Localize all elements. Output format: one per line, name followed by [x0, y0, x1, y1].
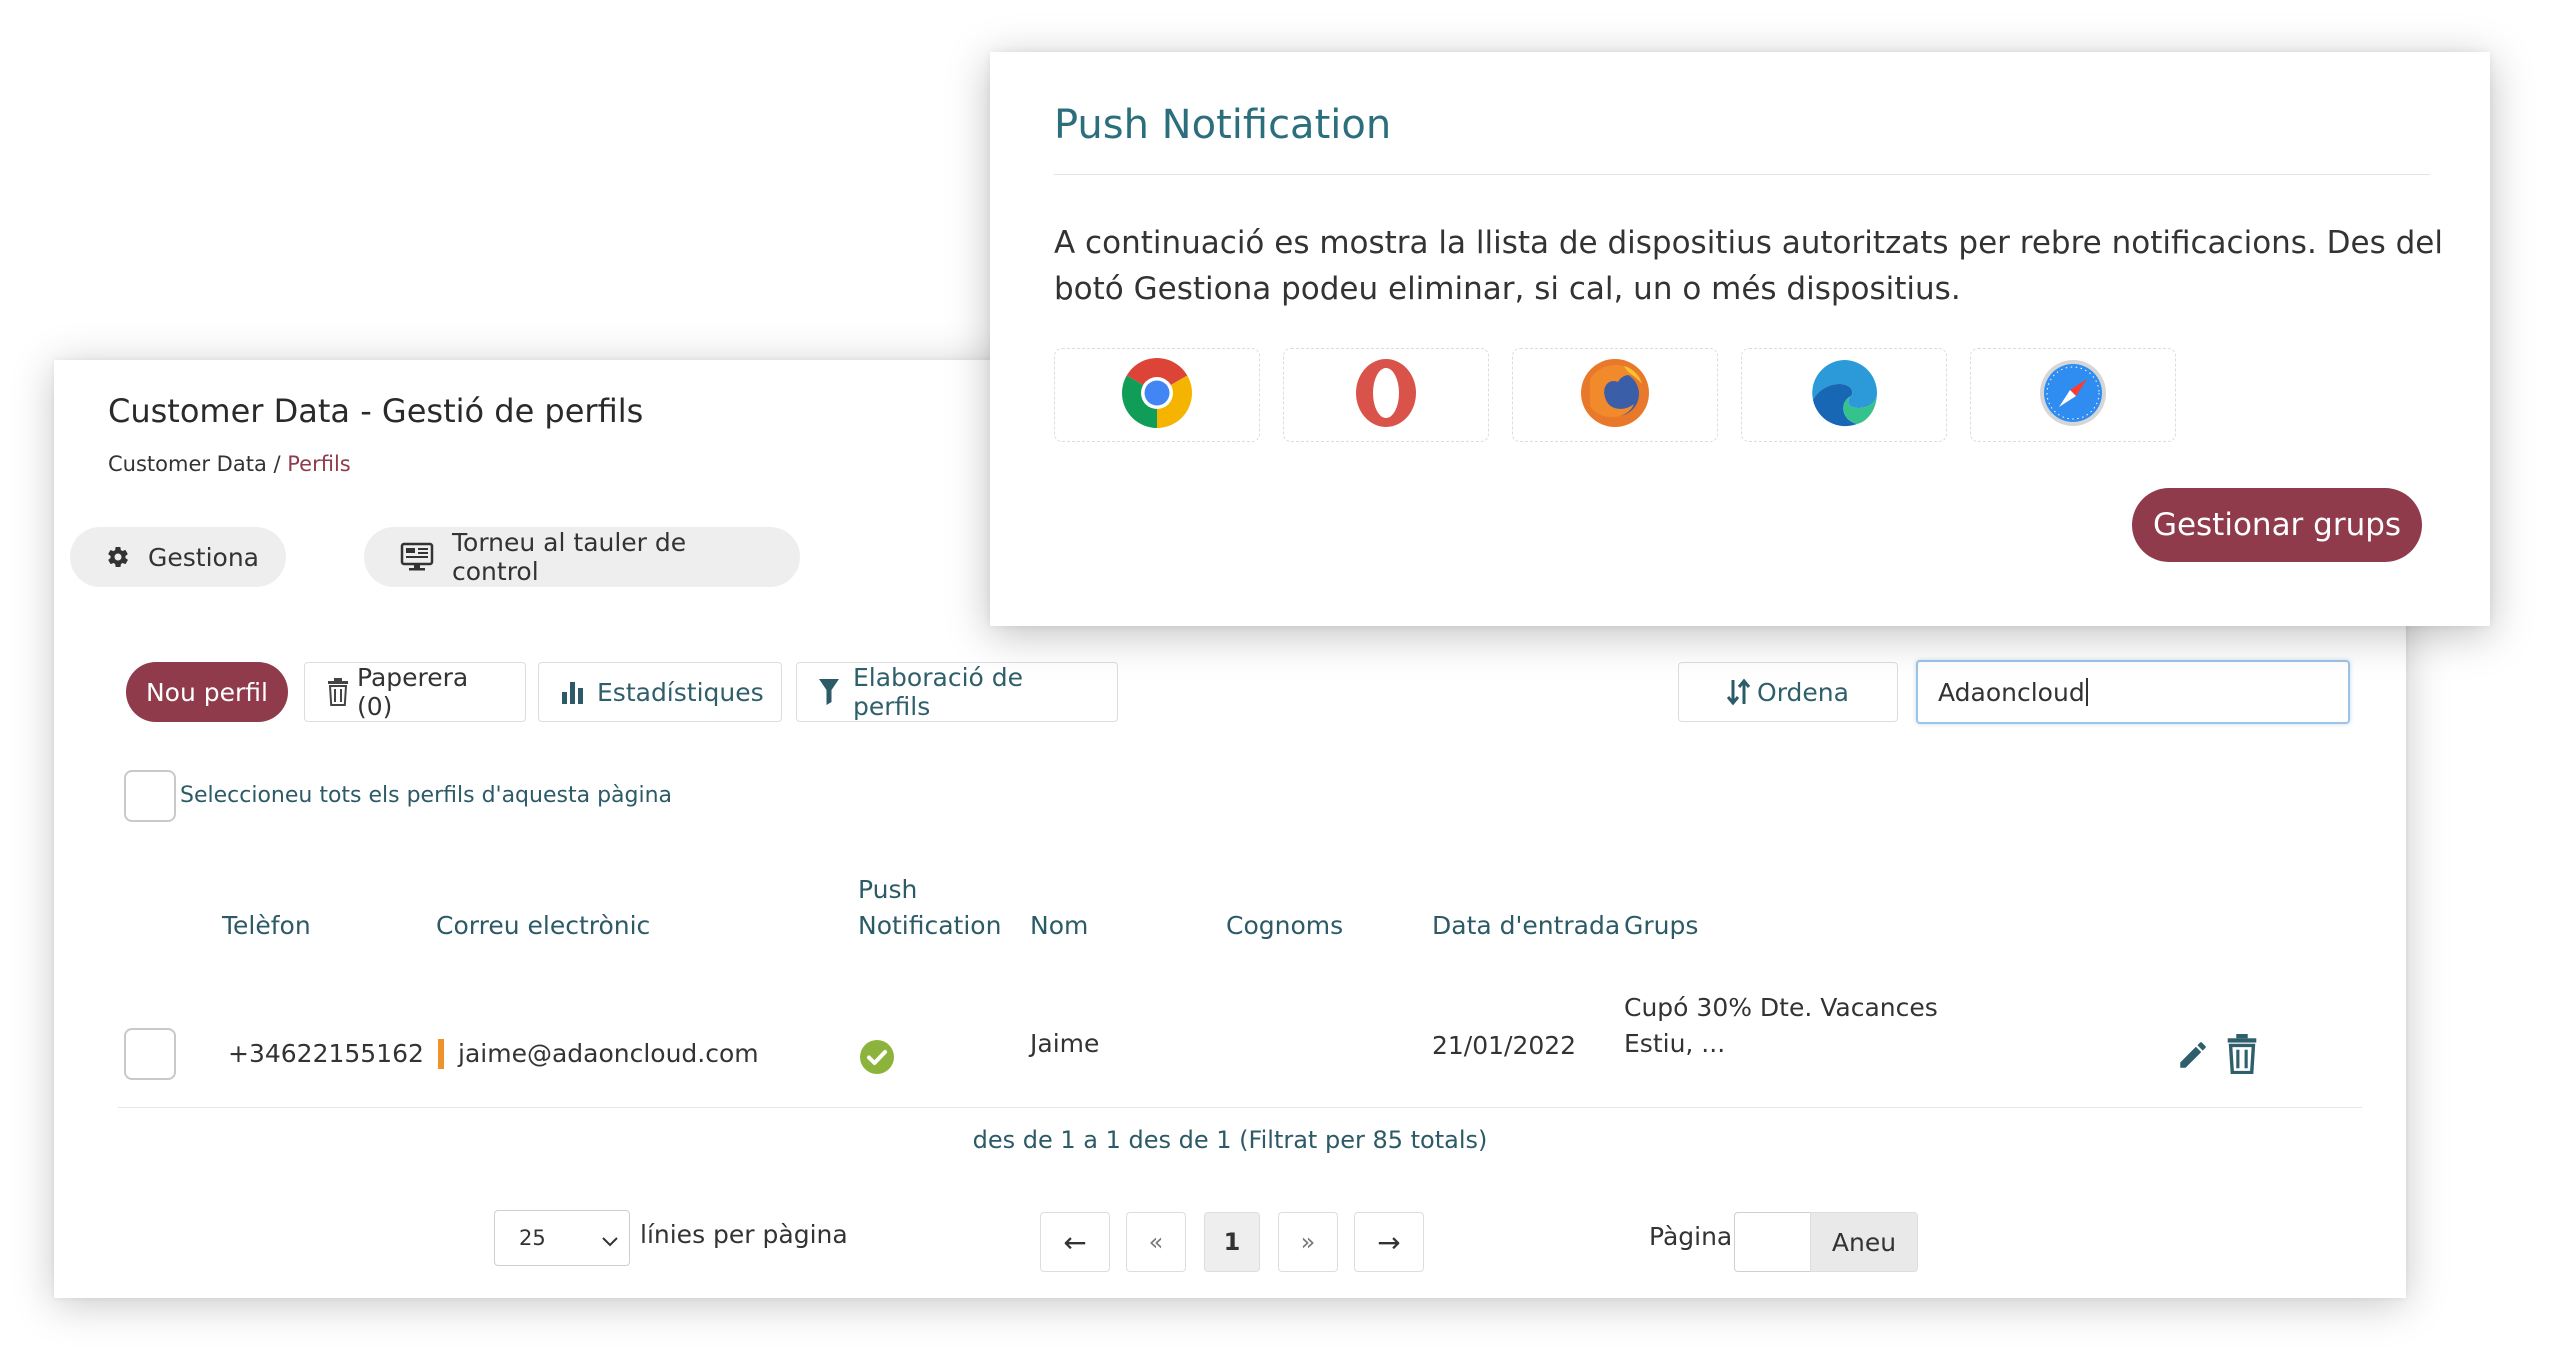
- select-all-checkbox[interactable]: [124, 770, 176, 822]
- row-checkbox[interactable]: [124, 1028, 176, 1080]
- push-card-divider: [1054, 174, 2430, 175]
- browser-tile-safari[interactable]: [1970, 348, 2176, 442]
- column-header-push-line1: Push: [858, 875, 918, 904]
- sort-icon: [1727, 678, 1751, 706]
- email-marker: [438, 1039, 444, 1069]
- cell-groups-line2: Estiu, ...: [1624, 1029, 1726, 1058]
- monitor-icon: [400, 542, 434, 572]
- cell-groups-line1: Cupó 30% Dte. Vacances: [1624, 993, 1938, 1022]
- push-card-description: A continuació es mostra la llista de dis…: [1054, 225, 2443, 307]
- column-header-groups[interactable]: Grups: [1624, 908, 1698, 944]
- next-page-button[interactable]: →: [1354, 1212, 1424, 1272]
- cell-groups: Cupó 30% Dte. Vacances Estiu, ...: [1624, 990, 1938, 1062]
- prev-page-button[interactable]: ←: [1040, 1212, 1110, 1272]
- stats-button[interactable]: Estadístiques: [538, 662, 782, 722]
- profiling-button[interactable]: Elaboració de perfils: [796, 662, 1118, 722]
- check-circle-icon: [860, 1040, 894, 1078]
- page-label: Pàgina: [1649, 1222, 1733, 1251]
- manage-button[interactable]: Gestiona: [70, 527, 286, 587]
- column-header-surname[interactable]: Cognoms: [1226, 908, 1343, 944]
- select-all-label: Seleccioneu tots els perfils d'aquesta p…: [180, 783, 673, 808]
- results-summary: des de 1 a 1 des de 1 (Filtrat per 85 to…: [972, 1126, 1488, 1154]
- sort-button-label: Ordena: [1757, 677, 1849, 707]
- chevron-down-icon: [601, 1229, 619, 1253]
- text-cursor: [2085, 678, 2088, 706]
- edit-pencil-icon[interactable]: [2176, 1038, 2210, 1076]
- new-profile-button[interactable]: Nou perfil: [126, 662, 288, 722]
- column-header-push-line2: Notification: [858, 911, 1002, 940]
- first-page-button[interactable]: «: [1126, 1212, 1186, 1272]
- filter-icon: [819, 679, 839, 705]
- edge-icon: [1809, 358, 1879, 432]
- bar-chart-icon: [561, 680, 585, 704]
- trash-button[interactable]: Paperera (0): [304, 662, 526, 722]
- cell-date: 21/01/2022: [1432, 1031, 1577, 1060]
- trash-button-label: Paperera (0): [357, 663, 469, 721]
- safari-icon: [2038, 358, 2108, 432]
- column-header-email[interactable]: Correu electrònic: [436, 908, 650, 944]
- breadcrumb-separator: /: [266, 452, 288, 476]
- browser-tile-opera[interactable]: [1283, 348, 1489, 442]
- cell-email: jaime@adaoncloud.com: [458, 1039, 759, 1068]
- chrome-icon: [1122, 358, 1192, 432]
- manage-groups-button[interactable]: Gestionar grups: [2132, 488, 2422, 562]
- delete-trash-icon[interactable]: [2226, 1034, 2258, 1078]
- sort-button[interactable]: Ordena: [1678, 662, 1898, 722]
- push-card-title: Push Notification: [1054, 102, 1392, 148]
- per-page-label: línies per pàgina: [640, 1220, 848, 1249]
- page-number-input[interactable]: [1734, 1212, 1810, 1272]
- cell-name: Jaime: [1030, 1029, 1100, 1058]
- breadcrumb-root[interactable]: Customer Data: [108, 452, 267, 476]
- opera-icon: [1351, 358, 1421, 432]
- browser-tile-firefox[interactable]: [1512, 348, 1718, 442]
- push-notification-card: Push Notification A continuació es mostr…: [990, 52, 2490, 626]
- browser-tile-edge[interactable]: [1741, 348, 1947, 442]
- breadcrumb-current[interactable]: Perfils: [287, 452, 350, 476]
- search-input[interactable]: Adaoncloud: [1916, 660, 2350, 724]
- column-header-name[interactable]: Nom: [1030, 908, 1088, 944]
- browser-tile-chrome[interactable]: [1054, 348, 1260, 442]
- column-header-date[interactable]: Data d'entrada: [1432, 908, 1620, 944]
- back-to-dashboard-button[interactable]: Torneu al tauler de control: [364, 527, 800, 587]
- column-header-push[interactable]: Push Notification: [858, 872, 1001, 944]
- per-page-value: 25: [519, 1226, 546, 1250]
- row-divider: [118, 1107, 2362, 1108]
- gear-icon: [106, 545, 130, 569]
- search-input-value: Adaoncloud: [1938, 677, 2085, 707]
- manage-button-label: Gestiona: [148, 542, 259, 572]
- column-header-phone[interactable]: Telèfon: [222, 908, 311, 944]
- profiling-button-label: Elaboració de perfils: [853, 663, 1024, 721]
- breadcrumb: Customer Data / Perfils: [108, 452, 351, 476]
- trash-icon: [327, 678, 349, 706]
- page-title: Customer Data - Gestió de perfils: [108, 392, 644, 430]
- stats-button-label: Estadístiques: [597, 677, 764, 707]
- go-page-button[interactable]: Aneu: [1810, 1212, 1918, 1272]
- back-to-dashboard-label: Torneu al tauler de control: [452, 528, 687, 586]
- firefox-icon: [1580, 358, 1650, 432]
- per-page-select[interactable]: 25: [494, 1210, 630, 1266]
- cell-phone: +34622155162: [228, 1039, 424, 1068]
- current-page-button[interactable]: 1: [1204, 1212, 1260, 1272]
- last-page-button[interactable]: »: [1278, 1212, 1338, 1272]
